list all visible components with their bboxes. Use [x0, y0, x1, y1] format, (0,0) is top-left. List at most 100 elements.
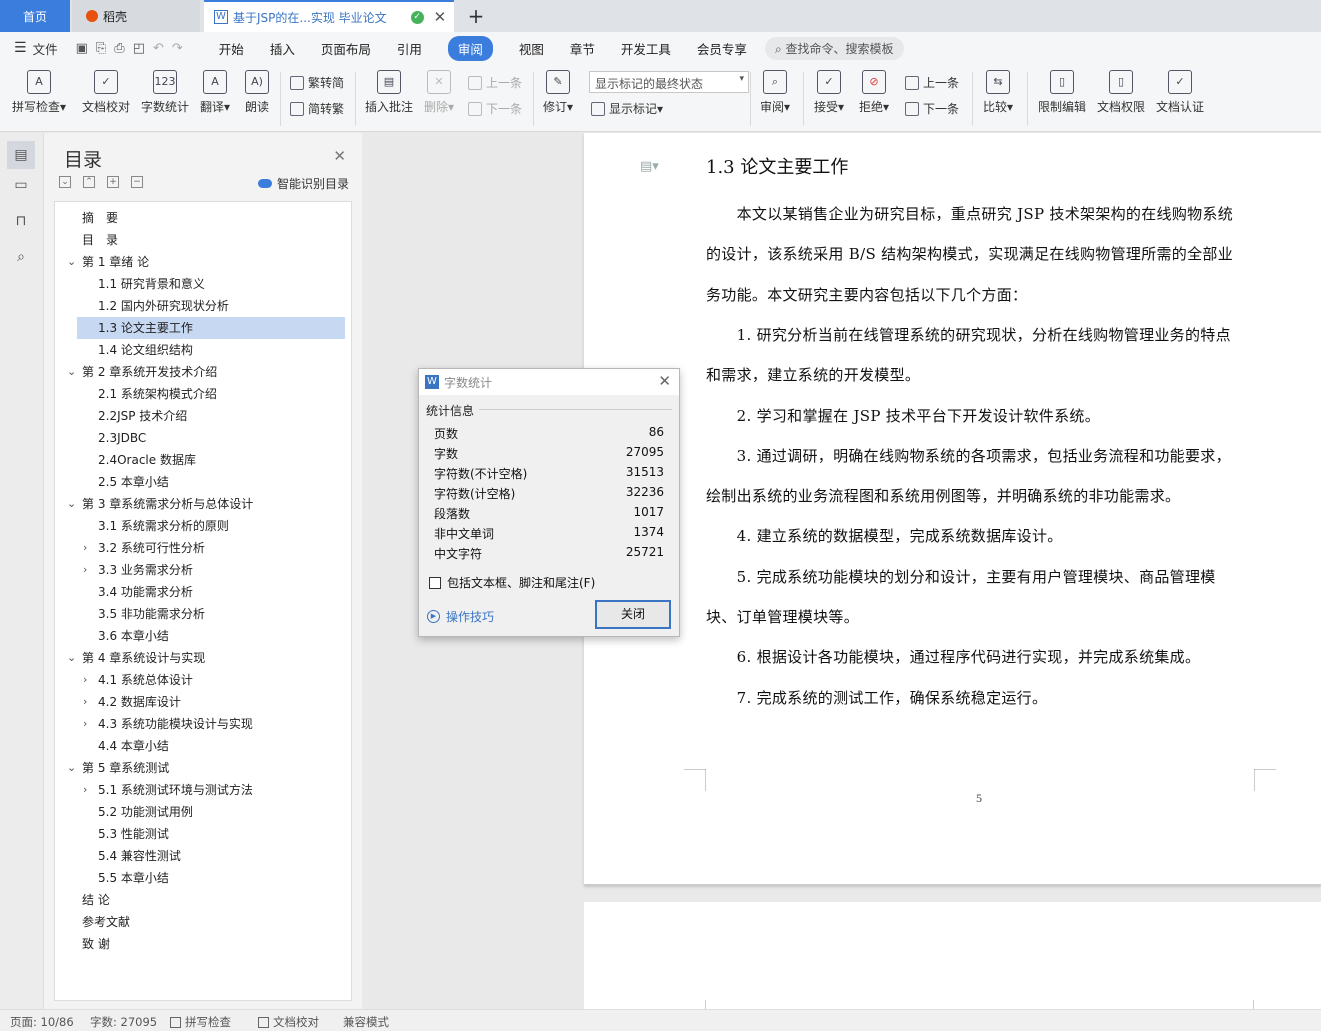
chevron-right-icon[interactable]: › — [83, 779, 87, 801]
toc-item[interactable]: 2.3JDBC — [55, 427, 351, 449]
include-textbox-checkbox[interactable]: 包括文本框、脚注和尾注(F) — [429, 574, 595, 591]
toc-item[interactable]: 5.4 兼容性测试 — [55, 845, 351, 867]
tab-daoke[interactable]: 稻壳 — [72, 0, 200, 32]
menu-insert[interactable]: 插入 — [270, 36, 295, 61]
track-changes-button[interactable]: ✎ 修订▾ — [543, 70, 573, 115]
toc-item[interactable]: 结 论 — [55, 889, 351, 911]
add-heading-icon[interactable]: + — [107, 176, 119, 188]
toc-item[interactable]: 3.5 非功能需求分析 — [55, 603, 351, 625]
menu-view[interactable]: 视图 — [519, 36, 544, 61]
markup-state-select[interactable]: 显示标记的最终状态 ▾ — [589, 71, 749, 93]
toc-item[interactable]: 摘 要 — [55, 207, 351, 229]
chevron-right-icon[interactable]: › — [83, 537, 87, 559]
word-count-indicator[interactable]: 字数: 27095 — [90, 1014, 157, 1030]
toc-item[interactable]: › 3.3 业务需求分析 — [55, 559, 351, 581]
chevron-right-icon[interactable]: › — [83, 691, 87, 713]
chevron-down-icon[interactable]: ⌄ — [67, 361, 76, 383]
toc-item[interactable]: ⌄ 第 4 章系统设计与实现 — [55, 647, 351, 669]
toc-item[interactable]: ⌄ 第 2 章系统开发技术介绍 — [55, 361, 351, 383]
page-indicator[interactable]: 页面: 10/86 — [10, 1014, 74, 1030]
toc-item[interactable]: 3.1 系统需求分析的原则 — [55, 515, 351, 537]
dialog-titlebar[interactable]: W 字数统计 ✕ — [419, 369, 679, 395]
paragraph-menu-icon[interactable]: ▤▾ — [640, 159, 659, 174]
toc-item[interactable]: 致 谢 — [55, 933, 351, 955]
find-icon[interactable]: ⌕ — [11, 249, 31, 269]
next-comment-button[interactable]: 下一条 — [468, 100, 522, 117]
export-icon[interactable]: ⎘ — [96, 41, 114, 56]
smart-toc-button[interactable]: 智能识别目录 — [258, 175, 349, 192]
chevron-right-icon[interactable]: › — [83, 713, 87, 735]
new-tab-button[interactable]: + — [462, 0, 490, 32]
toc-item[interactable]: 目 录 — [55, 229, 351, 251]
next-change-button[interactable]: 下一条 — [905, 100, 959, 117]
toc-item[interactable]: 2.2JSP 技术介绍 — [55, 405, 351, 427]
toc-item[interactable]: 2.5 本章小结 — [55, 471, 351, 493]
toc-item[interactable]: 5.2 功能测试用例 — [55, 801, 351, 823]
print-icon[interactable]: ⎙ — [114, 41, 132, 56]
simp-to-trad-button[interactable]: 简转繁 — [290, 100, 344, 117]
document-certify-button[interactable]: ✓ 文档认证 — [1156, 70, 1204, 115]
chevron-right-icon[interactable]: › — [83, 669, 87, 691]
word-count-button[interactable]: 123 字数统计 — [141, 70, 189, 115]
toc-item[interactable]: › 5.1 系统测试环境与测试方法 — [55, 779, 351, 801]
menu-start[interactable]: 开始 — [219, 36, 244, 61]
menu-layout[interactable]: 页面布局 — [321, 36, 371, 61]
trad-to-simp-button[interactable]: 繁转简 — [290, 74, 344, 91]
expand-up-icon[interactable]: ⌃ — [83, 176, 95, 188]
toc-item[interactable]: 5.5 本章小结 — [55, 867, 351, 889]
chapter-nav-icon[interactable]: ▭ — [11, 177, 31, 197]
document-permission-button[interactable]: ▯ 文档权限 — [1097, 70, 1145, 115]
preview-icon[interactable]: ◰ — [133, 41, 153, 56]
menu-review[interactable]: 审阅 — [447, 35, 493, 61]
translate-button[interactable]: A 翻译▾ — [200, 70, 230, 115]
toc-item[interactable]: 1.3 论文主要工作 — [77, 317, 345, 339]
document-page[interactable]: ▤▾ 1.3 论文主要工作 本文以某销售企业为研究目标，重点研究 JSP 技术架… — [584, 133, 1321, 885]
toc-item[interactable]: 3.6 本章小结 — [55, 625, 351, 647]
toc-item[interactable]: 1.2 国内外研究现状分析 — [55, 295, 351, 317]
spell-check-button[interactable]: A 拼写检查▾ — [12, 70, 66, 115]
delete-comment-button[interactable]: ✕ 删除▾ — [424, 70, 454, 115]
chevron-down-icon[interactable]: ⌄ — [67, 647, 76, 669]
toc-item[interactable]: ⌄ 第 1 章绪 论 — [55, 251, 351, 273]
toc-panel-icon[interactable]: ▤ — [7, 141, 35, 169]
tab-close-icon[interactable]: ✕ — [434, 8, 447, 26]
save-icon[interactable]: ▣ — [76, 41, 96, 56]
menu-section[interactable]: 章节 — [570, 36, 595, 61]
remove-heading-icon[interactable]: − — [131, 176, 143, 188]
chevron-down-icon[interactable]: ⌄ — [67, 251, 76, 273]
read-aloud-button[interactable]: A) 朗读 — [245, 70, 269, 115]
chevron-down-icon[interactable]: ⌄ — [67, 757, 76, 779]
tab-home[interactable]: 首页 — [0, 0, 70, 32]
bookmark-icon[interactable]: ⊓ — [11, 213, 31, 233]
toc-item[interactable]: 2.1 系统架构模式介绍 — [55, 383, 351, 405]
file-menu[interactable]: ☰ 文件 — [14, 39, 58, 58]
toc-item[interactable]: › 4.3 系统功能模块设计与实现 — [55, 713, 351, 735]
show-markup-button[interactable]: 显示标记 ▾ — [591, 100, 663, 117]
toc-item[interactable]: 5.3 性能测试 — [55, 823, 351, 845]
redo-icon[interactable]: ↷ — [172, 41, 191, 56]
status-spell-check[interactable]: 拼写检查 — [170, 1014, 231, 1030]
tips-link[interactable]: ▶ 操作技巧 — [427, 608, 494, 625]
compare-button[interactable]: ⇆ 比较▾ — [983, 70, 1013, 115]
accept-button[interactable]: ✓ 接受▾ — [814, 70, 844, 115]
chevron-down-icon[interactable]: ⌄ — [67, 493, 76, 515]
toc-item[interactable]: 1.4 论文组织结构 — [55, 339, 351, 361]
chevron-right-icon[interactable]: › — [83, 559, 87, 581]
collapse-all-icon[interactable]: ⌄ — [59, 176, 71, 188]
menu-reference[interactable]: 引用 — [397, 36, 422, 61]
menu-member[interactable]: 会员专享 — [697, 36, 747, 61]
toc-item[interactable]: 参考文献 — [55, 911, 351, 933]
toc-item[interactable]: ⌄ 第 5 章系统测试 — [55, 757, 351, 779]
document-page-next[interactable] — [584, 902, 1321, 1012]
toc-item[interactable]: › 3.2 系统可行性分析 — [55, 537, 351, 559]
reject-button[interactable]: ⊘ 拒绝▾ — [859, 70, 889, 115]
close-icon[interactable]: ✕ — [333, 147, 346, 165]
prev-change-button[interactable]: 上一条 — [905, 74, 959, 91]
proofread-button[interactable]: ✓ 文档校对 — [82, 70, 130, 115]
insert-comment-button[interactable]: ▤ 插入批注 — [365, 70, 413, 115]
close-icon[interactable]: ✕ — [658, 372, 671, 390]
toc-item[interactable]: › 4.2 数据库设计 — [55, 691, 351, 713]
toc-item[interactable]: › 4.1 系统总体设计 — [55, 669, 351, 691]
close-button[interactable]: 关闭 — [595, 600, 671, 629]
review-pane-button[interactable]: ⌕ 审阅▾ — [760, 70, 790, 115]
